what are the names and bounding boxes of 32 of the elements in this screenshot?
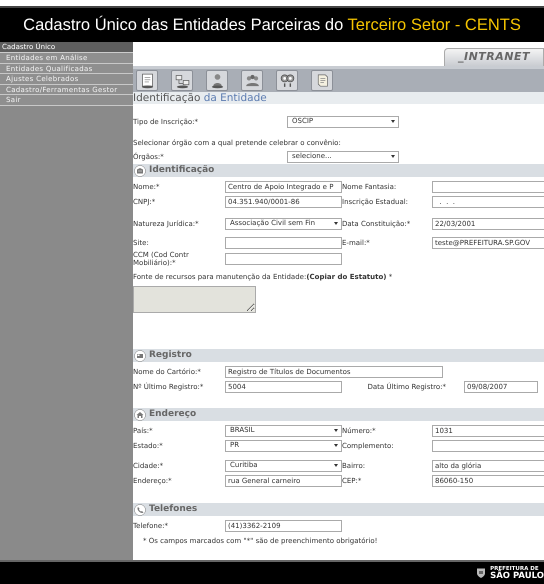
caret-icon xyxy=(391,155,395,158)
caret-icon xyxy=(334,464,338,467)
caret-icon xyxy=(391,120,395,123)
text-field[interactable] xyxy=(432,180,544,192)
footer-text: SÃO PAULO xyxy=(490,572,544,580)
building-icon xyxy=(134,164,146,176)
toolbar-button[interactable] xyxy=(171,70,193,91)
group-icon xyxy=(244,72,260,89)
caret-icon xyxy=(334,444,338,447)
toolbar-button[interactable] xyxy=(136,70,158,91)
toolbar-button[interactable] xyxy=(206,70,228,91)
flowchart-icon xyxy=(174,72,190,89)
text-field[interactable] xyxy=(432,440,544,452)
gears-icon xyxy=(278,72,296,89)
intranet-tab[interactable]: _INTRANET xyxy=(444,48,544,66)
crest-icon xyxy=(475,566,488,580)
text-field[interactable] xyxy=(225,236,342,248)
section-title: Endereço xyxy=(149,408,196,421)
header-title: Cadastro Único das Entidades Parceiras do Terceiro Setor - CENTS xyxy=(23,14,521,36)
page-title: Identificação da Entidade xyxy=(133,92,544,104)
section-title: Registro xyxy=(149,348,192,362)
caret-icon xyxy=(334,222,338,225)
toolbar-button[interactable] xyxy=(311,70,333,91)
phone-icon xyxy=(134,504,146,516)
caret-icon xyxy=(334,429,338,432)
section-title: Telefones xyxy=(149,502,198,516)
house-icon xyxy=(134,408,146,420)
text-field[interactable] xyxy=(225,253,342,265)
toolbar-button[interactable] xyxy=(276,70,298,91)
toolbar-button[interactable] xyxy=(241,70,263,91)
card-icon xyxy=(134,350,146,362)
section-title: Identificação xyxy=(149,164,214,177)
